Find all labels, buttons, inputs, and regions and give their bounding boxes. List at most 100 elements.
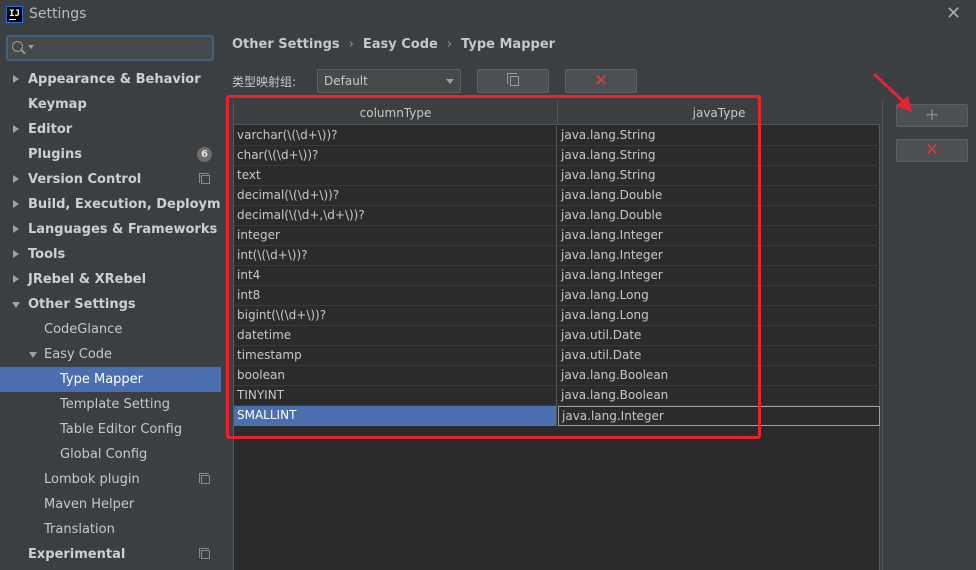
expand-arrow-icon[interactable]: [13, 225, 19, 233]
sidebar-item-label: Table Editor Config: [60, 422, 183, 437]
java-type-cell[interactable]: java.lang.Double: [558, 186, 880, 206]
sidebar-item-label: Keymap: [28, 97, 87, 112]
column-type-cell[interactable]: bigint(\(\d+\))?: [234, 306, 557, 326]
sidebar-item-keymap[interactable]: Keymap: [0, 92, 221, 117]
breadcrumb-item: Type Mapper: [461, 37, 556, 52]
table-row[interactable]: timestamp java.util.Date: [234, 346, 880, 366]
collapse-arrow-icon[interactable]: [12, 302, 20, 308]
sidebar-item-label: Appearance & Behavior: [28, 72, 201, 87]
sidebar-item-label: Template Setting: [60, 397, 170, 412]
column-type-cell[interactable]: boolean: [234, 366, 557, 386]
sidebar-item-editor[interactable]: Editor: [0, 117, 221, 142]
type-mapping-table: columnType javaType varchar(\(\d+\))? jav…: [233, 101, 880, 570]
expand-arrow-icon[interactable]: [13, 125, 19, 133]
sidebar-item-easy-code[interactable]: Easy Code: [0, 342, 221, 367]
java-type-cell[interactable]: java.lang.Integer: [558, 266, 880, 286]
table-row[interactable]: int4 java.lang.Integer: [234, 266, 880, 286]
column-header-columntype[interactable]: columnType: [234, 101, 558, 125]
table-row[interactable]: TINYINT java.lang.Boolean: [234, 386, 880, 406]
java-type-cell[interactable]: java.util.Date: [558, 346, 880, 366]
table-row[interactable]: char(\(\d+\))? java.lang.String: [234, 146, 880, 166]
sidebar-item-build-execution-deployment[interactable]: Build, Execution, Deployment: [0, 192, 245, 217]
sidebar-item-translation[interactable]: Translation: [0, 517, 221, 542]
column-type-cell[interactable]: decimal(\(\d+,\d+\))?: [234, 206, 557, 226]
java-type-cell[interactable]: java.lang.String: [558, 126, 880, 146]
copy-group-button[interactable]: [477, 69, 549, 93]
sidebar-item-type-mapper[interactable]: Type Mapper: [0, 367, 221, 392]
sidebar-item-codeglance[interactable]: CodeGlance: [0, 317, 221, 342]
sidebar-item-label: CodeGlance: [44, 322, 123, 337]
annotation-arrow-icon: [872, 72, 912, 112]
java-type-cell[interactable]: java.lang.Long: [558, 286, 880, 306]
column-type-cell[interactable]: int(\(\d+\))?: [234, 246, 557, 266]
sidebar-item-template-setting[interactable]: Template Setting: [0, 392, 221, 417]
java-type-cell[interactable]: java.lang.String: [558, 166, 880, 186]
column-type-cell[interactable]: int4: [234, 266, 557, 286]
chevron-down-icon: [446, 79, 454, 84]
table-row[interactable]: bigint(\(\d+\))? java.lang.Long: [234, 306, 880, 326]
close-window-button[interactable]: ✕: [946, 3, 961, 24]
sidebar-item-appearance-behavior[interactable]: Appearance & Behavior: [0, 67, 221, 92]
column-type-cell[interactable]: TINYINT: [234, 386, 557, 406]
table-row[interactable]: text java.lang.String: [234, 166, 880, 186]
expand-arrow-icon[interactable]: [13, 75, 19, 83]
table-row[interactable]: integer java.lang.Integer: [234, 226, 880, 246]
column-type-cell[interactable]: datetime: [234, 326, 557, 346]
java-type-cell[interactable]: java.lang.Long: [558, 306, 880, 326]
column-header-javatype[interactable]: javaType: [558, 101, 880, 125]
table-row[interactable]: decimal(\(\d+\))? java.lang.Double: [234, 186, 880, 206]
sidebar-item-label: Build, Execution, Deployment: [28, 197, 245, 212]
java-type-cell[interactable]: java.lang.Boolean: [558, 366, 880, 386]
expand-arrow-icon[interactable]: [13, 250, 19, 258]
sidebar-item-label: Tools: [28, 247, 66, 262]
sidebar-item-jrebel-xrebel[interactable]: JRebel & XRebel: [0, 267, 221, 292]
column-type-cell[interactable]: SMALLINT: [234, 406, 557, 426]
java-type-cell-editing[interactable]: java.lang.Integer: [558, 406, 880, 426]
sidebar-item-version-control[interactable]: Version Control: [0, 167, 221, 192]
sidebar-item-global-config[interactable]: Global Config: [0, 442, 221, 467]
table-row-selected[interactable]: SMALLINT java.lang.Integer: [234, 406, 880, 426]
remove-mapping-button[interactable]: ✕: [896, 139, 968, 162]
delete-group-button[interactable]: ✕: [565, 69, 637, 93]
java-type-cell[interactable]: java.lang.String: [558, 146, 880, 166]
table-row[interactable]: decimal(\(\d+,\d+\))? java.lang.Double: [234, 206, 880, 226]
java-type-cell[interactable]: java.lang.Integer: [558, 226, 880, 246]
java-type-cell[interactable]: java.lang.Boolean: [558, 386, 880, 406]
sidebar-item-table-editor-config[interactable]: Table Editor Config: [0, 417, 221, 442]
column-type-cell[interactable]: int8: [234, 286, 557, 306]
close-icon: ✕: [924, 140, 940, 160]
sidebar-item-lombok-plugin[interactable]: Lombok plugin: [0, 467, 221, 492]
sidebar-item-tools[interactable]: Tools: [0, 242, 221, 267]
sidebar-item-label: Languages & Frameworks: [28, 222, 218, 237]
sidebar-item-maven-helper[interactable]: Maven Helper: [0, 492, 221, 517]
project-scope-icon: [199, 548, 210, 559]
column-type-cell[interactable]: decimal(\(\d+\))?: [234, 186, 557, 206]
table-row[interactable]: varchar(\(\d+\))? java.lang.String: [234, 126, 880, 146]
search-input[interactable]: [6, 35, 214, 61]
column-type-cell[interactable]: text: [234, 166, 557, 186]
table-row[interactable]: int8 java.lang.Long: [234, 286, 880, 306]
expand-arrow-icon[interactable]: [13, 200, 19, 208]
type-group-select[interactable]: Default: [317, 69, 461, 93]
expand-arrow-icon[interactable]: [13, 175, 19, 183]
column-type-cell[interactable]: varchar(\(\d+\))?: [234, 126, 557, 146]
table-row[interactable]: boolean java.lang.Boolean: [234, 366, 880, 386]
java-type-cell[interactable]: java.lang.Integer: [558, 246, 880, 266]
column-type-cell[interactable]: timestamp: [234, 346, 557, 366]
column-type-cell[interactable]: char(\(\d+\))?: [234, 146, 557, 166]
type-group-label: 类型映射组:: [232, 75, 297, 89]
table-row[interactable]: int(\(\d+\))? java.lang.Integer: [234, 246, 880, 266]
sidebar-item-languages-frameworks[interactable]: Languages & Frameworks: [0, 217, 221, 242]
column-type-cell[interactable]: integer: [234, 226, 557, 246]
project-scope-icon: [199, 473, 210, 484]
close-icon: ✕: [593, 71, 609, 91]
sidebar-item-plugins[interactable]: Plugins 6: [0, 142, 221, 167]
table-row[interactable]: datetime java.util.Date: [234, 326, 880, 346]
expand-arrow-icon[interactable]: [13, 275, 19, 283]
sidebar-item-experimental[interactable]: Experimental: [0, 542, 221, 567]
sidebar-item-other-settings[interactable]: Other Settings: [0, 292, 221, 317]
java-type-cell[interactable]: java.util.Date: [558, 326, 880, 346]
java-type-cell[interactable]: java.lang.Double: [558, 206, 880, 226]
collapse-arrow-icon[interactable]: [29, 352, 37, 358]
table-header: columnType javaType: [234, 101, 880, 125]
